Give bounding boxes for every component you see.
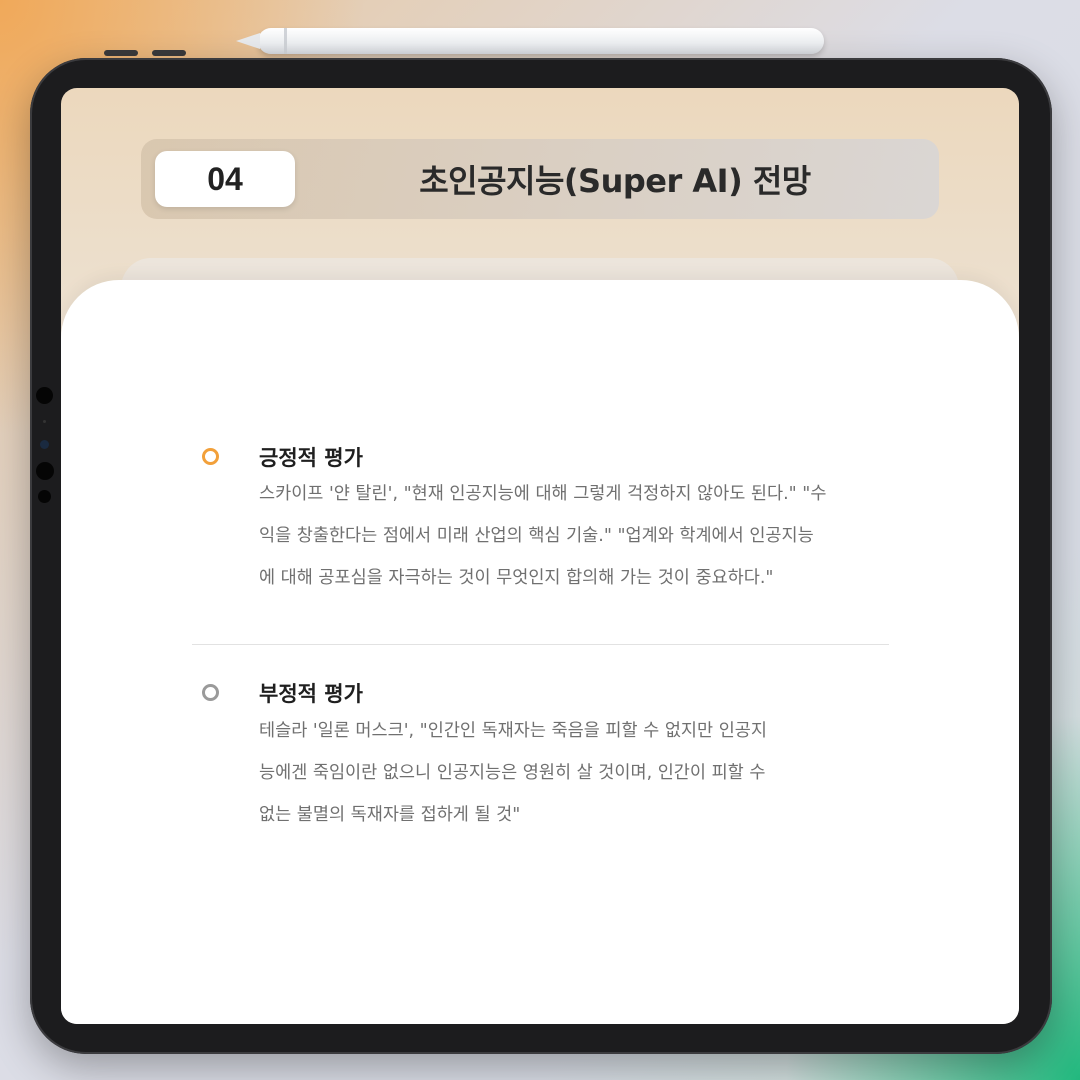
stylus-pencil	[236, 28, 824, 54]
camera-dot	[36, 462, 54, 480]
section-body-positive: 스카이프 '얀 탈린', "현재 인공지능에 대해 그렇게 걱정하지 않아도 된…	[259, 473, 939, 599]
camera-dot	[38, 490, 51, 503]
grey-circle-bullet-icon	[202, 684, 219, 701]
section-divider	[192, 644, 889, 645]
orange-circle-bullet-icon	[202, 448, 219, 465]
camera-dot	[36, 387, 53, 404]
content-card: 긍정적 평가 스카이프 '얀 탈린', "현재 인공지능에 대해 그렇게 걱정하…	[61, 280, 1019, 1024]
sensor-dot	[40, 440, 49, 449]
tablet-top-button	[152, 50, 186, 56]
tablet-screen: 04 초인공지능(Super AI) 전망 긍정적 평가 스카이프 '얀 탈린'…	[61, 88, 1019, 1024]
body-line: 스카이프 '얀 탈린', "현재 인공지능에 대해 그렇게 걱정하지 않아도 된…	[259, 484, 827, 504]
section-title-positive: 긍정적 평가	[259, 446, 363, 470]
body-line: 익을 창출한다는 점에서 미래 산업의 핵심 기술." "업계와 학계에서 인공…	[259, 526, 814, 546]
header-bar: 04 초인공지능(Super AI) 전망	[141, 139, 939, 219]
body-line: 테슬라 '일론 머스크', "인간인 독재자는 죽음을 피할 수 없지만 인공지	[259, 721, 767, 741]
section-number-badge: 04	[155, 151, 295, 207]
section-body-negative: 테슬라 '일론 머스크', "인간인 독재자는 죽음을 피할 수 없지만 인공지…	[259, 710, 939, 836]
body-line: 능에겐 죽임이란 없으니 인공지능은 영원히 살 것이며, 인간이 피할 수	[259, 763, 766, 783]
tablet-top-button	[104, 50, 138, 56]
stylus-band	[284, 28, 287, 54]
body-line: 없는 불멸의 독재자를 접하게 될 것"	[259, 805, 521, 825]
page-title: 초인공지능(Super AI) 전망	[419, 162, 811, 200]
stylus-tip	[236, 33, 260, 49]
section-title-negative: 부정적 평가	[259, 682, 363, 706]
body-line: 에 대해 공포심을 자극하는 것이 무엇인지 합의해 가는 것이 중요하다."	[259, 568, 774, 588]
sensor-dot	[43, 420, 46, 423]
